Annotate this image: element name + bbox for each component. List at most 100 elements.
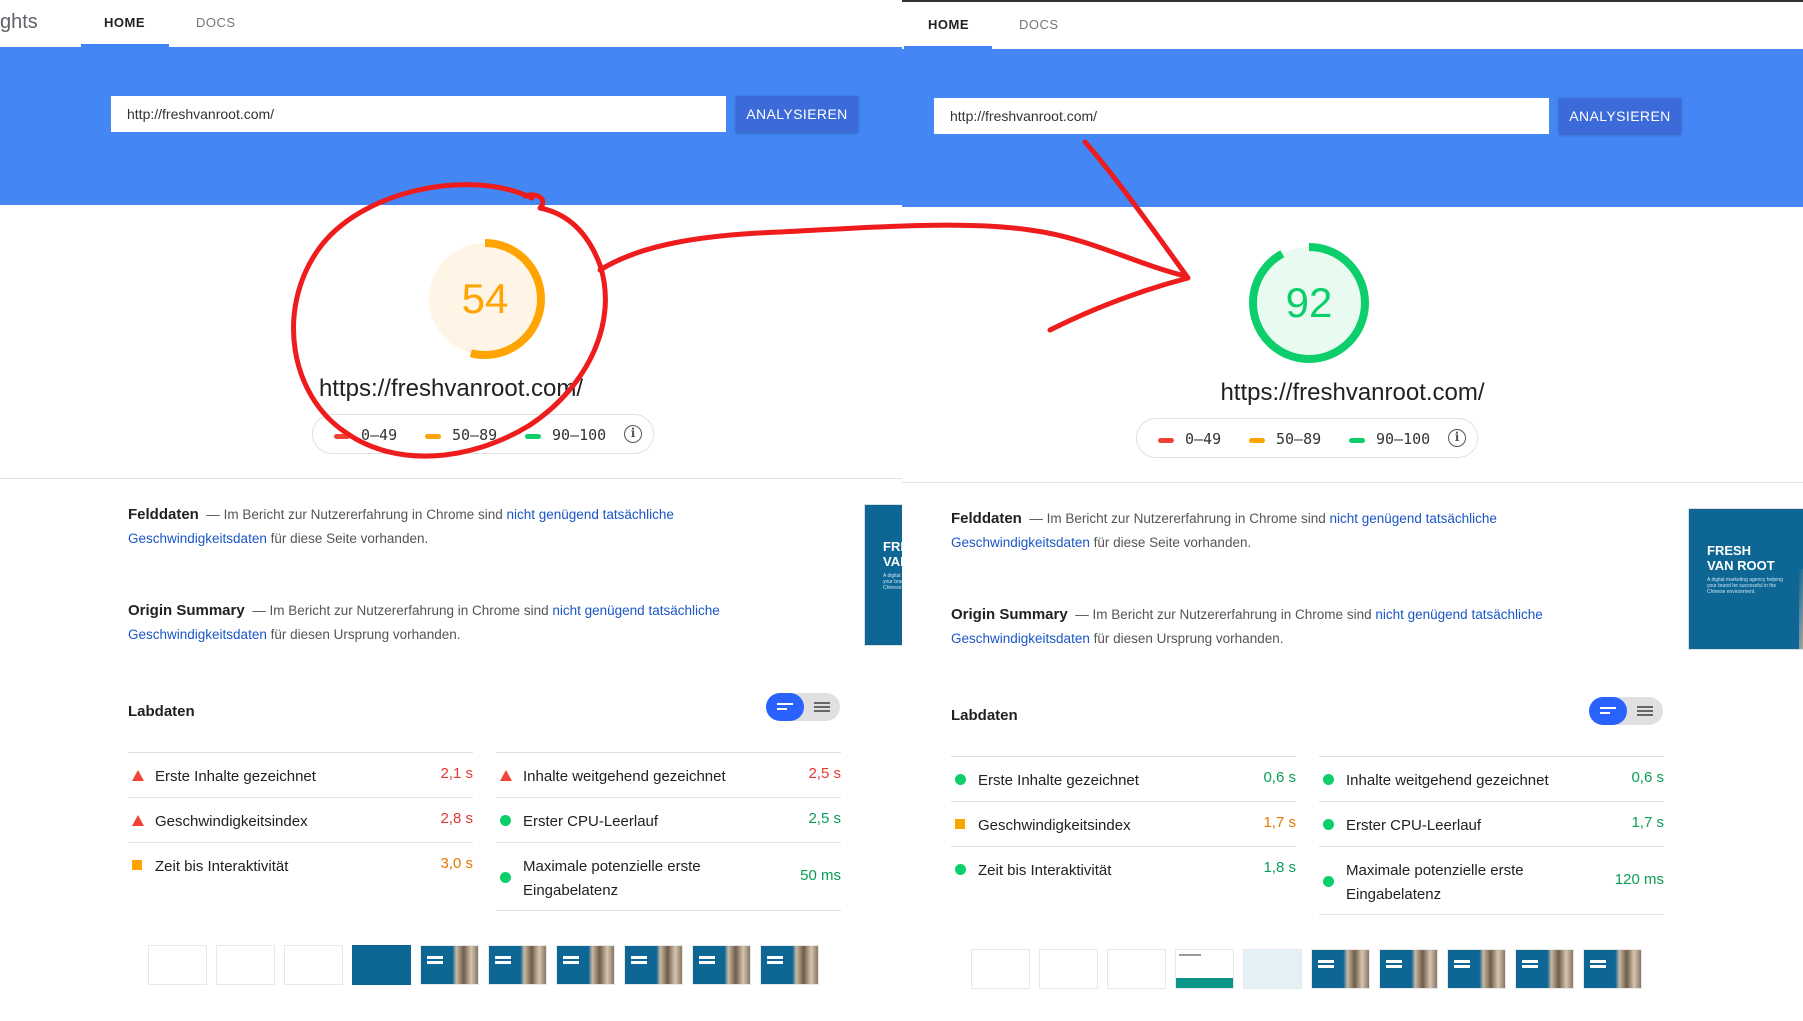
field-data-section: Felddaten — Im Bericht zur Nutzererfahru… bbox=[128, 503, 768, 551]
fail-status-icon bbox=[500, 770, 512, 781]
origin-summary-link-2[interactable]: Geschwindigkeitsdaten bbox=[951, 631, 1090, 646]
pass-status-icon bbox=[1323, 876, 1334, 887]
metric-value: 2,5 s bbox=[808, 810, 841, 827]
metric-row: Erster CPU-Leerlauf 2,5 s bbox=[496, 797, 841, 841]
legend-pass: 90–100 bbox=[1376, 430, 1431, 448]
filmstrip-frame bbox=[1379, 949, 1438, 989]
filmstrip-frame bbox=[624, 945, 683, 985]
tab-docs[interactable]: DOCS bbox=[196, 15, 236, 30]
metric-row: Maximale potenzielle erste Eingabelatenz… bbox=[1319, 846, 1664, 914]
analyzed-url: https://freshvanroot.com/ bbox=[318, 375, 584, 402]
preview-subtitle: A digital marketing agency helping your … bbox=[883, 573, 902, 591]
legend-average: 50–89 bbox=[1276, 430, 1322, 448]
metric-row: Zeit bis Interaktivität 3,0 s bbox=[128, 842, 473, 886]
brand-title: ghts bbox=[0, 11, 38, 33]
info-icon[interactable]: i bbox=[624, 425, 642, 443]
pass-status-icon bbox=[500, 815, 511, 826]
origin-summary-link[interactable]: nicht genügend tatsächliche bbox=[1375, 607, 1542, 622]
field-data-title: Felddaten bbox=[951, 510, 1022, 527]
metric-row: Inhalte weitgehend gezeichnet 0,6 s bbox=[1319, 756, 1664, 800]
metric-label: Erster CPU-Leerlauf bbox=[523, 813, 659, 830]
url-input[interactable] bbox=[934, 98, 1549, 134]
metric-row: Erste Inhalte gezeichnet 2,1 s bbox=[128, 752, 473, 796]
metric-row: Inhalte weitgehend gezeichnet 2,5 s bbox=[496, 752, 841, 796]
preview-title: FRESHVAN ROOT bbox=[1707, 543, 1775, 573]
pass-status-icon bbox=[1323, 819, 1334, 830]
pass-status-icon bbox=[955, 864, 966, 875]
filmstrip-frame bbox=[352, 945, 411, 985]
filmstrip-frame bbox=[420, 945, 479, 985]
score-legend: 0–49 50–89 90–100 i bbox=[1136, 418, 1478, 458]
field-data-suffix: für diese Seite vorhanden. bbox=[1093, 535, 1252, 550]
field-data-suffix: für diese Seite vorhanden. bbox=[270, 531, 429, 546]
average-dash-icon bbox=[1249, 438, 1265, 443]
metrics-view-toggle[interactable] bbox=[1589, 697, 1663, 725]
filmstrip-frame bbox=[760, 945, 819, 985]
metric-label: Inhalte weitgehend gezeichnet bbox=[523, 768, 726, 785]
analyze-button[interactable]: ANALYSIEREN bbox=[1559, 98, 1681, 134]
origin-summary-section: Origin Summary — Im Bericht zur Nutzerer… bbox=[951, 603, 1591, 651]
metric-value: 3,0 s bbox=[440, 855, 473, 872]
filmstrip-frame bbox=[1107, 949, 1166, 989]
origin-summary-link-2[interactable]: Geschwindigkeitsdaten bbox=[128, 627, 267, 642]
toggle-summary-view[interactable] bbox=[766, 693, 804, 721]
score-gauge: 92 bbox=[1247, 241, 1371, 365]
filmstrip-frame bbox=[488, 945, 547, 985]
lab-data-title: Labdaten bbox=[951, 707, 1018, 724]
filmstrip-frame bbox=[1311, 949, 1370, 989]
report-before: ghts HOME DOCS ANALYSIEREN 54 https://fr… bbox=[0, 0, 902, 1021]
metrics-view-toggle[interactable] bbox=[766, 693, 840, 721]
metric-label: Zeit bis Interaktivität bbox=[978, 862, 1112, 879]
filmstrip-frame bbox=[284, 945, 343, 985]
metric-value: 2,5 s bbox=[808, 765, 841, 782]
metric-row: Erste Inhalte gezeichnet 0,6 s bbox=[951, 756, 1296, 800]
url-input[interactable] bbox=[111, 96, 726, 132]
field-data-link[interactable]: nicht genügend tatsächliche bbox=[507, 507, 674, 522]
page-screenshot-preview: FRESHVAN ROOT A digital marketing agency… bbox=[864, 504, 902, 646]
filmstrip-frame bbox=[216, 945, 275, 985]
score-gauge: 54 bbox=[423, 237, 547, 361]
top-nav: ghts HOME DOCS bbox=[0, 0, 902, 47]
tab-home[interactable]: HOME bbox=[928, 17, 969, 32]
performance-score: 54 bbox=[461, 275, 509, 322]
metric-row: Erster CPU-Leerlauf 1,7 s bbox=[1319, 801, 1664, 845]
field-data-section: Felddaten — Im Bericht zur Nutzererfahru… bbox=[951, 507, 1591, 555]
metric-label: Zeit bis Interaktivität bbox=[155, 858, 289, 875]
metric-label: Geschwindigkeitsindex bbox=[978, 817, 1131, 834]
analyze-button[interactable]: ANALYSIEREN bbox=[736, 96, 858, 132]
toggle-summary-view[interactable] bbox=[1589, 697, 1627, 725]
info-icon[interactable]: i bbox=[1448, 429, 1466, 447]
filmstrip-frame bbox=[1583, 949, 1642, 989]
field-data-link[interactable]: nicht genügend tatsächliche bbox=[1330, 511, 1497, 526]
filmstrip-frame bbox=[1039, 949, 1098, 989]
metric-value: 2,8 s bbox=[440, 810, 473, 827]
metric-value: 50 ms bbox=[800, 867, 841, 884]
filmstrip-frame bbox=[971, 949, 1030, 989]
metric-value: 1,7 s bbox=[1631, 814, 1664, 831]
field-data-link-2[interactable]: Geschwindigkeitsdaten bbox=[951, 535, 1090, 550]
metric-label: Geschwindigkeitsindex bbox=[155, 813, 308, 830]
metric-label: Erste Inhalte gezeichnet bbox=[978, 772, 1139, 789]
metric-row: Zeit bis Interaktivität 1,8 s bbox=[951, 846, 1296, 890]
divider bbox=[0, 478, 902, 479]
filmstrip-frame bbox=[1175, 949, 1234, 989]
metric-label: Maximale potenzielle erste Eingabelatenz bbox=[523, 858, 701, 899]
metrics-bottom-divider bbox=[496, 910, 841, 911]
metric-value: 1,8 s bbox=[1263, 859, 1296, 876]
legend-pass: 90–100 bbox=[552, 426, 607, 444]
filmstrip-frame bbox=[1243, 949, 1302, 989]
average-status-icon bbox=[955, 819, 965, 829]
metric-value: 0,6 s bbox=[1263, 769, 1296, 786]
tab-home[interactable]: HOME bbox=[104, 15, 145, 30]
origin-summary-suffix: für diesen Ursprung vorhanden. bbox=[1093, 631, 1284, 646]
field-data-link-2[interactable]: Geschwindigkeitsdaten bbox=[128, 531, 267, 546]
tab-docs[interactable]: DOCS bbox=[1019, 17, 1059, 32]
lab-data-title: Labdaten bbox=[128, 703, 195, 720]
legend-fail: 0–49 bbox=[1185, 430, 1222, 448]
score-legend: 0–49 50–89 90–100 i bbox=[312, 414, 654, 454]
filmstrip-frame bbox=[1447, 949, 1506, 989]
preview-subtitle: A digital marketing agency helping your … bbox=[1707, 577, 1783, 595]
origin-summary-title: Origin Summary bbox=[951, 606, 1068, 623]
pass-status-icon bbox=[500, 872, 511, 883]
origin-summary-link[interactable]: nicht genügend tatsächliche bbox=[552, 603, 719, 618]
